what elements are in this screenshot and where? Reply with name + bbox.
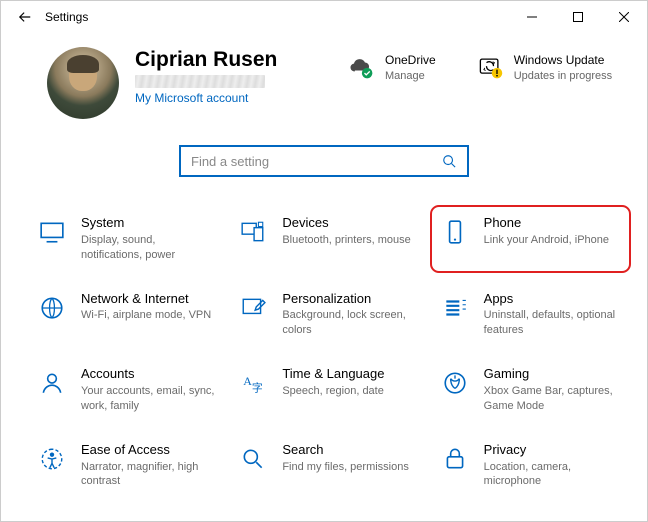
titlebar: Settings: [1, 1, 647, 33]
onedrive-status[interactable]: OneDrive Manage: [347, 53, 436, 83]
tile-sub: Your accounts, email, sync, work, family: [81, 384, 216, 414]
tile-sub: Xbox Game Bar, captures, Game Mode: [484, 384, 619, 414]
tile-title: Gaming: [484, 366, 619, 383]
phone-icon: [440, 217, 470, 247]
tile-title: Apps: [484, 291, 619, 308]
tile-gaming[interactable]: Gaming Xbox Game Bar, captures, Game Mod…: [434, 360, 627, 420]
onedrive-sub: Manage: [385, 69, 436, 83]
back-button[interactable]: [9, 1, 41, 33]
tile-time-language[interactable]: A字 Time & Language Speech, region, date: [232, 360, 425, 420]
tile-network[interactable]: Network & Internet Wi-Fi, airplane mode,…: [31, 285, 224, 345]
user-name: Ciprian Rusen: [135, 47, 295, 72]
tile-title: Devices: [282, 215, 410, 232]
tile-title: Search: [282, 442, 409, 459]
window-title: Settings: [45, 10, 88, 24]
user-block: Ciprian Rusen My Microsoft account: [135, 47, 295, 105]
header: Ciprian Rusen My Microsoft account OneDr…: [1, 33, 647, 127]
search-box[interactable]: [179, 145, 469, 177]
minimize-icon: [527, 12, 537, 22]
tile-title: Privacy: [484, 442, 619, 459]
windows-update-icon: [476, 53, 504, 81]
onedrive-title: OneDrive: [385, 53, 436, 69]
tile-sub: Display, sound, notifications, power: [81, 233, 216, 263]
window-controls: [509, 1, 647, 33]
tile-sub: Uninstall, defaults, optional features: [484, 308, 619, 338]
tile-apps[interactable]: Apps Uninstall, defaults, optional featu…: [434, 285, 627, 345]
tile-ease-of-access[interactable]: Ease of Access Narrator, magnifier, high…: [31, 436, 224, 496]
tile-sub: Bluetooth, printers, mouse: [282, 233, 410, 248]
maximize-icon: [573, 12, 583, 22]
tile-title: Ease of Access: [81, 442, 216, 459]
settings-grid: System Display, sound, notifications, po…: [1, 185, 647, 505]
tile-sub: Location, camera, microphone: [484, 460, 619, 490]
tile-sub: Speech, region, date: [282, 384, 384, 399]
ease-of-access-icon: [37, 444, 67, 474]
tile-search[interactable]: Search Find my files, permissions: [232, 436, 425, 496]
svg-text:字: 字: [252, 381, 263, 395]
minimize-button[interactable]: [509, 1, 555, 33]
search-tile-icon: [238, 444, 268, 474]
tile-sub: Wi-Fi, airplane mode, VPN: [81, 308, 211, 323]
tile-title: Time & Language: [282, 366, 384, 383]
tile-title: Accounts: [81, 366, 216, 383]
microsoft-account-link[interactable]: My Microsoft account: [135, 91, 295, 105]
tile-title: Network & Internet: [81, 291, 211, 308]
tile-title: System: [81, 215, 216, 232]
search-input[interactable]: [189, 153, 442, 170]
tile-privacy[interactable]: Privacy Location, camera, microphone: [434, 436, 627, 496]
time-language-icon: A字: [238, 368, 268, 398]
tile-title: Personalization: [282, 291, 417, 308]
back-arrow-icon: [18, 10, 32, 24]
tile-title: Phone: [484, 215, 609, 232]
maximize-button[interactable]: [555, 1, 601, 33]
privacy-icon: [440, 444, 470, 474]
svg-text:A: A: [244, 374, 253, 388]
accounts-icon: [37, 368, 67, 398]
tile-sub: Narrator, magnifier, high contrast: [81, 460, 216, 490]
tile-phone[interactable]: Phone Link your Android, iPhone: [434, 209, 627, 269]
devices-icon: [238, 217, 268, 247]
system-icon: [37, 217, 67, 247]
windows-update-title: Windows Update: [514, 53, 612, 69]
tile-sub: Background, lock screen, colors: [282, 308, 417, 338]
windows-update-status[interactable]: Windows Update Updates in progress: [476, 53, 612, 83]
apps-icon: [440, 293, 470, 323]
network-icon: [37, 293, 67, 323]
close-button[interactable]: [601, 1, 647, 33]
tile-sub: Link your Android, iPhone: [484, 233, 609, 248]
avatar[interactable]: [47, 47, 119, 119]
tile-sub: Find my files, permissions: [282, 460, 409, 475]
user-email-blurred: [135, 75, 265, 88]
tile-devices[interactable]: Devices Bluetooth, printers, mouse: [232, 209, 425, 269]
search-wrap: [1, 145, 647, 177]
tile-personalization[interactable]: Personalization Background, lock screen,…: [232, 285, 425, 345]
onedrive-icon: [347, 53, 375, 81]
tile-accounts[interactable]: Accounts Your accounts, email, sync, wor…: [31, 360, 224, 420]
search-icon: [442, 154, 459, 168]
gaming-icon: [440, 368, 470, 398]
windows-update-sub: Updates in progress: [514, 69, 612, 83]
close-icon: [619, 12, 629, 22]
tile-system[interactable]: System Display, sound, notifications, po…: [31, 209, 224, 269]
personalization-icon: [238, 293, 268, 323]
